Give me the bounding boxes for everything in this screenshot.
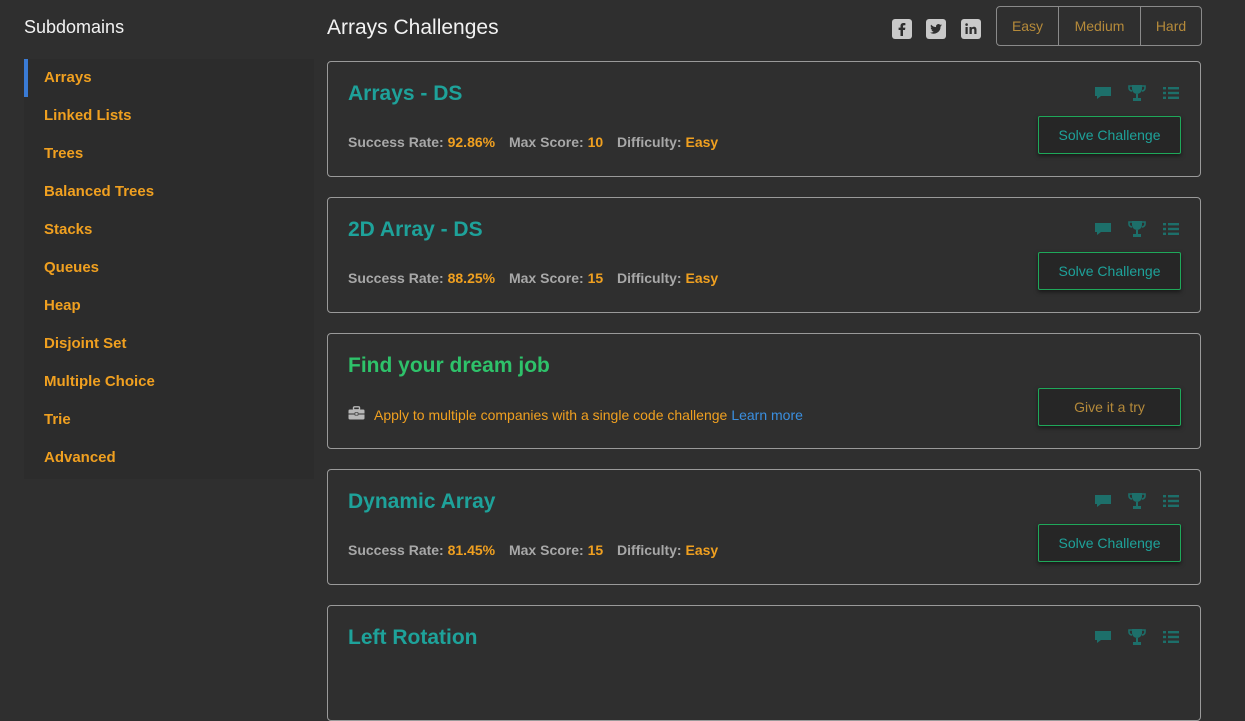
sidebar-item-arrays[interactable]: Arrays	[24, 59, 314, 97]
leaderboard-icon[interactable]	[1127, 84, 1147, 102]
success-rate-value: 92.86%	[447, 134, 496, 150]
solve-challenge-button[interactable]: Solve Challenge	[1038, 252, 1181, 290]
challenge-actions	[1093, 492, 1181, 510]
job-promo-description: Apply to multiple companies with a singl…	[374, 406, 728, 423]
challenge-card: Dynamic Array Success Rate: 81.45% Max S…	[327, 469, 1201, 585]
solve-challenge-button[interactable]: Solve Challenge	[1038, 524, 1181, 562]
difficulty-value: Easy	[685, 134, 719, 150]
briefcase-icon	[348, 406, 365, 423]
sidebar-title: Subdomains	[24, 17, 125, 37]
max-score-value: 15	[587, 270, 604, 286]
solve-challenge-button[interactable]: Solve Challenge	[1038, 116, 1181, 154]
difficulty-value: Easy	[685, 542, 719, 558]
page-title: Arrays Challenges	[327, 16, 499, 39]
challenge-card: 2D Array - DS Success Rate: 88.25% Max S…	[327, 197, 1201, 313]
max-score-label: Max Score:	[508, 542, 584, 558]
sidebar-item-stacks[interactable]: Stacks	[24, 211, 314, 249]
challenge-actions	[1093, 84, 1181, 102]
leaderboard-icon[interactable]	[1127, 220, 1147, 238]
challenge-meta: Success Rate: 81.45% Max Score: 15 Diffi…	[348, 542, 718, 558]
submissions-icon[interactable]	[1161, 84, 1181, 102]
filter-easy-button[interactable]: Easy	[997, 7, 1059, 45]
success-rate-value: 88.25%	[447, 270, 496, 286]
difficulty-label: Difficulty:	[617, 542, 682, 558]
max-score-value: 15	[587, 542, 604, 558]
submissions-icon[interactable]	[1161, 492, 1181, 510]
job-promo-text: Apply to multiple companies with a singl…	[348, 406, 803, 423]
submissions-icon[interactable]	[1161, 628, 1181, 646]
challenge-actions	[1093, 628, 1181, 646]
sidebar-item-multiple-choice[interactable]: Multiple Choice	[24, 363, 314, 401]
challenge-meta: Success Rate: 92.86% Max Score: 10 Diffi…	[348, 134, 718, 150]
twitter-icon[interactable]	[926, 19, 946, 39]
sidebar: Subdomains Arrays Linked Lists Trees Bal…	[0, 0, 314, 646]
challenge-title[interactable]: 2D Array - DS	[348, 218, 483, 242]
challenge-title[interactable]: Dynamic Array	[348, 490, 495, 514]
challenge-title[interactable]: Left Rotation	[348, 626, 477, 650]
sidebar-item-linked-lists[interactable]: Linked Lists	[24, 97, 314, 135]
success-rate-label: Success Rate:	[348, 134, 444, 150]
subdomain-list: Arrays Linked Lists Trees Balanced Trees…	[24, 59, 314, 479]
sidebar-item-balanced-trees[interactable]: Balanced Trees	[24, 173, 314, 211]
filter-hard-button[interactable]: Hard	[1141, 7, 1201, 45]
difficulty-label: Difficulty:	[617, 134, 682, 150]
max-score-value: 10	[587, 134, 604, 150]
discussion-icon[interactable]	[1093, 492, 1113, 510]
give-it-a-try-button[interactable]: Give it a try	[1038, 388, 1181, 426]
success-rate-label: Success Rate:	[348, 270, 444, 286]
job-promo-title: Find your dream job	[348, 354, 550, 377]
challenge-title[interactable]: Arrays - DS	[348, 82, 462, 106]
difficulty-label: Difficulty:	[617, 270, 682, 286]
sidebar-item-advanced[interactable]: Advanced	[24, 439, 314, 477]
challenge-actions	[1093, 220, 1181, 238]
max-score-label: Max Score:	[508, 270, 584, 286]
linkedin-icon[interactable]	[961, 19, 981, 39]
challenge-card: Left Rotation	[327, 605, 1201, 721]
learn-more-link[interactable]: Learn more	[731, 407, 803, 423]
difficulty-filter-group: Easy Medium Hard	[996, 6, 1202, 46]
job-promo-card: Find your dream job Apply to multiple co…	[327, 333, 1201, 449]
success-rate-value: 81.45%	[447, 542, 496, 558]
facebook-icon[interactable]	[892, 19, 912, 39]
challenge-card: Arrays - DS Success Rate: 92.86% Max Sco…	[327, 61, 1201, 177]
challenge-meta: Success Rate: 88.25% Max Score: 15 Diffi…	[348, 270, 718, 286]
discussion-icon[interactable]	[1093, 84, 1113, 102]
max-score-label: Max Score:	[508, 134, 584, 150]
sidebar-item-disjoint-set[interactable]: Disjoint Set	[24, 325, 314, 363]
submissions-icon[interactable]	[1161, 220, 1181, 238]
discussion-icon[interactable]	[1093, 628, 1113, 646]
leaderboard-icon[interactable]	[1127, 492, 1147, 510]
discussion-icon[interactable]	[1093, 220, 1113, 238]
sidebar-item-queues[interactable]: Queues	[24, 249, 314, 287]
sidebar-item-trie[interactable]: Trie	[24, 401, 314, 439]
sidebar-item-trees[interactable]: Trees	[24, 135, 314, 173]
difficulty-value: Easy	[685, 270, 719, 286]
leaderboard-icon[interactable]	[1127, 628, 1147, 646]
sidebar-item-heap[interactable]: Heap	[24, 287, 314, 325]
success-rate-label: Success Rate:	[348, 542, 444, 558]
filter-medium-button[interactable]: Medium	[1059, 7, 1141, 45]
